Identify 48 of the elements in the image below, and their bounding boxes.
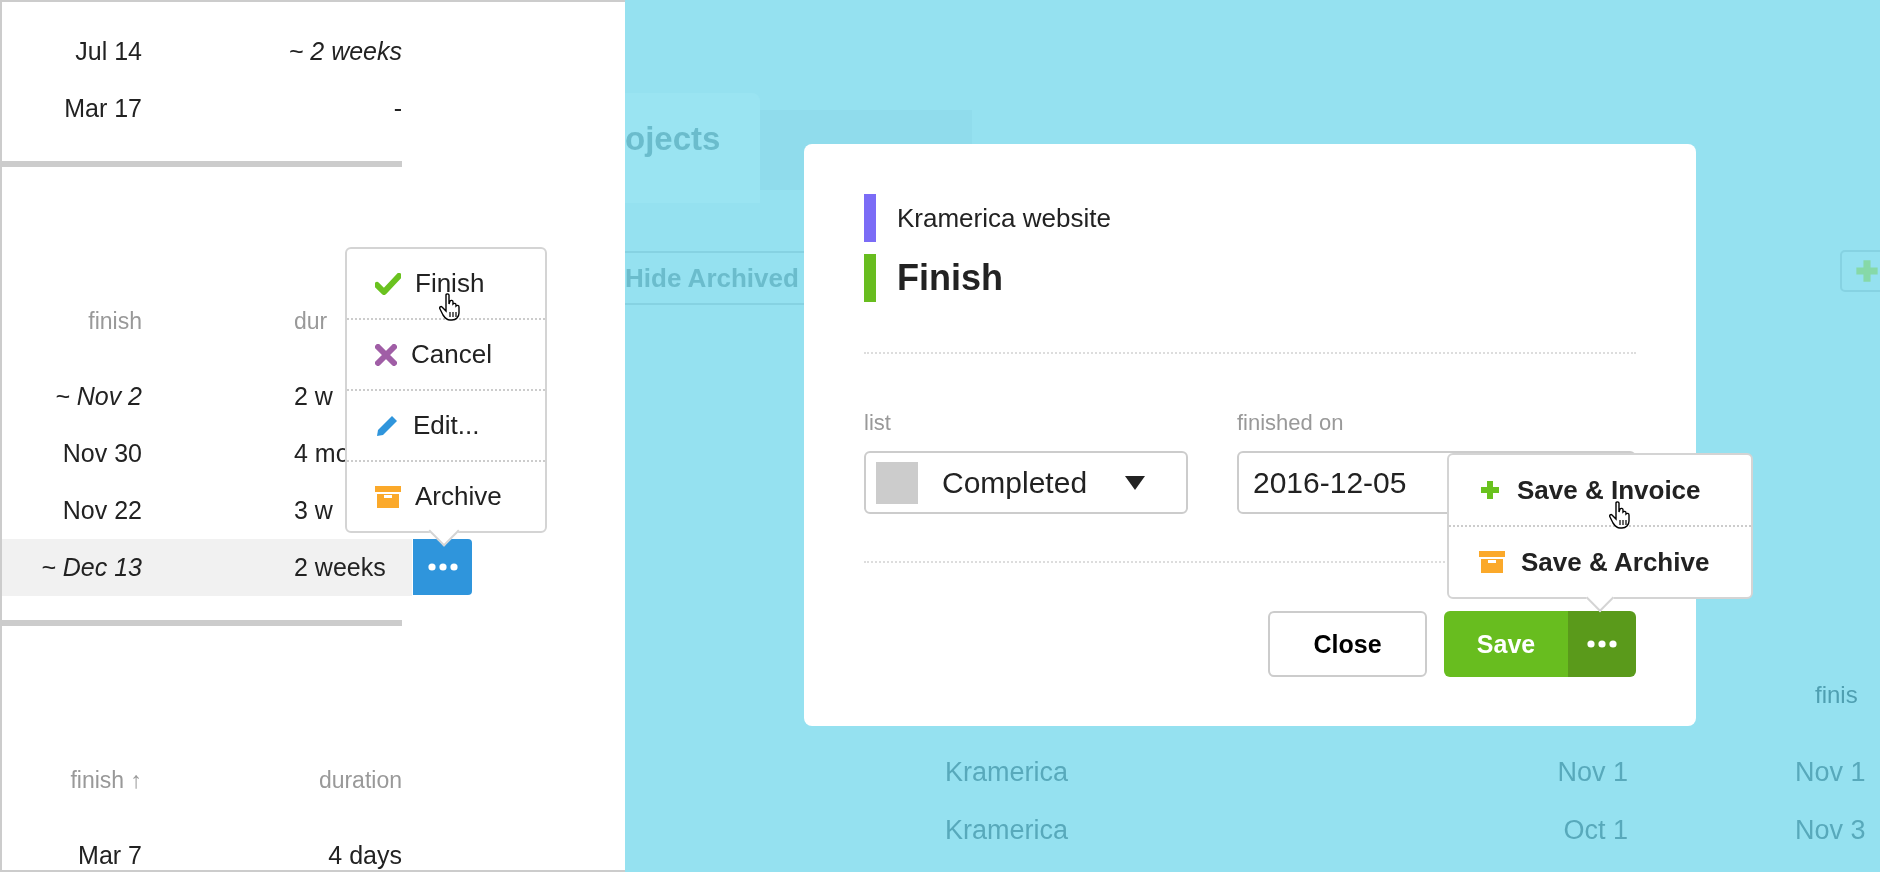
table-cell: Kramerica [945, 757, 1069, 788]
close-button[interactable]: Close [1268, 611, 1427, 677]
menu-item[interactable]: Edit... [347, 391, 545, 462]
project-name: Kramerica website [897, 202, 1111, 234]
table-cell: 3 w [294, 496, 333, 525]
table-cell-text: ~ Dec 13 [40, 553, 142, 582]
table-cell-text: - [392, 94, 402, 123]
table-cell-text: Nov 22 [61, 496, 142, 525]
menu-item[interactable]: Cancel [347, 320, 545, 391]
plus-icon [1479, 479, 1501, 501]
list-select[interactable]: Completed [864, 451, 1188, 514]
more-button[interactable] [413, 539, 472, 595]
table-cell-text: Mar 7 [77, 841, 142, 870]
table-cell: Nov 1 [1795, 757, 1866, 788]
table-cell-text: 4 days [327, 841, 402, 870]
table-cell-text: ~ 2 weeks [287, 37, 402, 66]
cross-icon [375, 343, 397, 366]
table-cell-text: Jul 14 [74, 37, 142, 66]
column-header: finis [1815, 681, 1858, 709]
table-cell: 2 w [294, 382, 333, 411]
table-cell: 2 weeks [294, 553, 386, 582]
menu-item[interactable]: Save & Invoice [1449, 455, 1751, 527]
table-cell: Nov 1 [1557, 757, 1628, 788]
table-cell-text: Nov 30 [61, 439, 142, 468]
table-row[interactable]: Mar 17 - [2, 80, 412, 137]
table-cell: Oct 1 [1563, 815, 1628, 846]
check-icon [375, 272, 401, 295]
more-button[interactable] [1568, 611, 1636, 677]
selected-row[interactable]: ~ Dec 13 2 weeks [2, 539, 412, 596]
table-row[interactable]: Mar 7 4 days [2, 827, 412, 870]
menu-item[interactable]: Save & Archive [1449, 527, 1751, 597]
menu-item[interactable]: Finish [347, 249, 545, 320]
dialog-title: Finish [897, 257, 1003, 299]
table-cell: Kramerica [945, 815, 1069, 846]
archive-box-icon [1479, 551, 1505, 573]
plus-icon [1854, 258, 1880, 284]
menu-item[interactable]: Archive [347, 462, 545, 531]
more-icon [1587, 640, 1617, 648]
more-icon [427, 563, 458, 571]
field-label: finished on [1237, 410, 1345, 437]
table-cell-text: Mar 17 [63, 94, 142, 123]
table-row[interactable]: Jul 14 ~ 2 weeks [2, 23, 412, 80]
field-label: list [864, 410, 892, 437]
caret-icon [1125, 475, 1146, 490]
archive-box-icon [375, 485, 401, 508]
table-cell-text: ~ Nov 2 [54, 382, 142, 411]
pencil-icon [375, 413, 399, 438]
table-cell: Nov 3 [1795, 815, 1866, 846]
